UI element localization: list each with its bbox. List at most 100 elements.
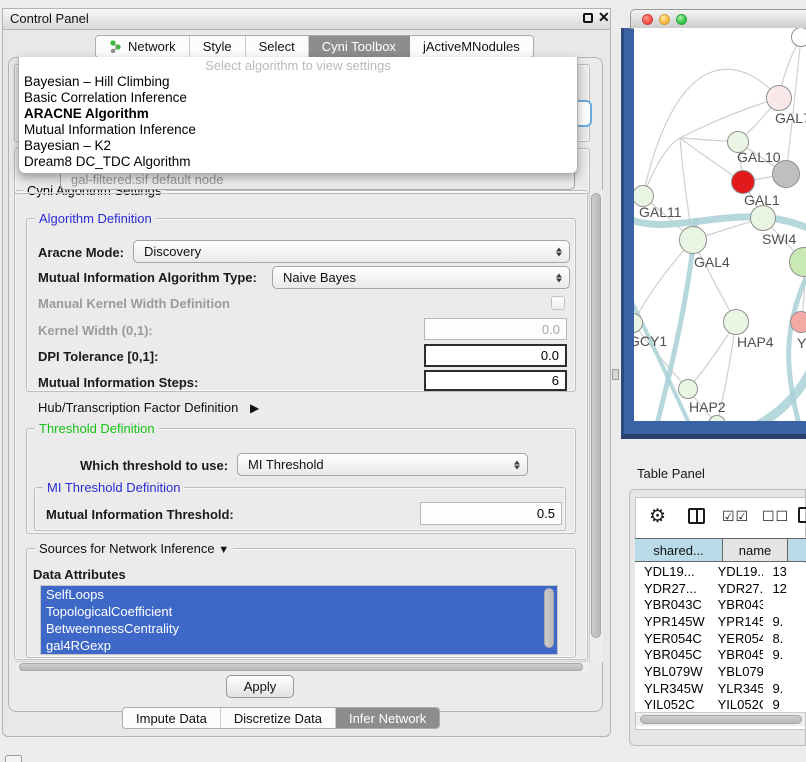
algorithm-option[interactable]: Mutual Information Inference (19, 122, 577, 138)
table-column-header[interactable]: shared... (635, 539, 723, 561)
collapsed-arrow-icon: ▶ (250, 401, 259, 415)
algorithm-option[interactable]: Bayesian – K2 (19, 138, 577, 154)
network-node-gal1[interactable] (750, 205, 776, 231)
table-cell: YLR345W (709, 681, 764, 696)
desktop: Control Panel ✕ Network Style Select Cyn… (0, 0, 806, 762)
mi-steps-label: Mutual Information Steps: (38, 375, 198, 390)
collapsed-panel-button[interactable] (5, 755, 22, 762)
table-row[interactable]: YIL052CYIL052C9 (635, 697, 806, 713)
node-label: GAL1 (744, 192, 780, 208)
table-cell: YBR045C (709, 647, 764, 662)
node-label: Y (797, 335, 806, 351)
aracne-mode-combo[interactable]: Discovery (133, 240, 570, 263)
mi-threshold-input[interactable]: 0.5 (420, 502, 562, 525)
sources-group-title-wrap[interactable]: Sources for Network Inference ▼ (35, 541, 233, 556)
network-canvas[interactable]: GAL7GAL10GAL1GAL11GAL4SWI4GCY1HAP4YHAP2 (634, 28, 806, 421)
tab-network[interactable]: Network (96, 36, 190, 57)
manual-kernel-width-checkbox[interactable] (551, 296, 565, 310)
table-cell: 12 (763, 581, 806, 596)
tab-impute-data-label: Impute Data (136, 711, 207, 726)
network-node-gal4[interactable] (679, 226, 707, 254)
table-row[interactable]: YBR045CYBR045C9. (635, 646, 806, 663)
algorithm-option[interactable]: Dream8 DC_TDC Algorithm (19, 154, 577, 170)
network-node-gal7[interactable] (766, 85, 792, 111)
table-row[interactable]: YBR043CYBR043C (635, 596, 806, 613)
algorithm-dropdown-items: Bayesian – Hill ClimbingBasic Correlatio… (19, 74, 577, 170)
network-node-hap4[interactable] (723, 309, 749, 335)
checked-columns-icon[interactable]: ☑☑ (722, 508, 749, 525)
data-attribute-item[interactable]: SelfLoops (41, 586, 557, 603)
mi-algorithm-type-label: Mutual Information Algorithm Type: (38, 270, 257, 285)
kernel-width-input[interactable]: 0.0 (424, 318, 567, 340)
gear-icon[interactable]: ⚙ (649, 505, 666, 528)
tab-impute-data[interactable]: Impute Data (123, 708, 221, 728)
node-label: GAL7 (775, 110, 806, 126)
apply-button[interactable]: Apply (226, 675, 294, 698)
sources-group-title: Sources for Network Inference (39, 541, 215, 556)
algorithm-option[interactable]: ARACNE Algorithm (19, 106, 577, 122)
aracne-mode-label: Aracne Mode: (38, 245, 124, 260)
kernel-width-value: 0.0 (542, 322, 560, 337)
tab-infer-network-label: Infer Network (349, 711, 426, 726)
float-window-icon[interactable] (583, 13, 593, 23)
dpi-tolerance-input[interactable]: 0.0 (424, 344, 567, 367)
settings-scrollbar-thumb[interactable] (591, 193, 601, 638)
which-threshold-label: Which threshold to use: (80, 458, 228, 473)
unchecked-columns-icon[interactable]: ☐☐ (762, 508, 789, 525)
tab-cyni-toolbox[interactable]: Cyni Toolbox (309, 36, 410, 57)
tab-select[interactable]: Select (246, 36, 309, 57)
tab-style-label: Style (203, 39, 232, 54)
table-row[interactable]: YBL079WYBL079W (635, 663, 806, 680)
mi-steps-input[interactable]: 6 (424, 370, 567, 391)
which-threshold-value: MI Threshold (248, 457, 324, 472)
network-node[interactable] (791, 28, 806, 47)
network-node[interactable] (772, 160, 800, 188)
split-columns-icon[interactable] (688, 508, 705, 524)
mac-zoom-icon[interactable] (676, 14, 687, 25)
algorithm-option[interactable]: Basic Correlation Inference (19, 90, 577, 106)
split-pane-grip[interactable] (612, 369, 619, 380)
table-header-row[interactable]: shared...nameA (635, 538, 806, 562)
settings-hscrollbar-thumb[interactable] (19, 663, 583, 671)
data-attributes-list[interactable]: SelfLoopsTopologicalCoefficientBetweenne… (40, 585, 558, 655)
table-rows[interactable]: YDL19...YDL19...13YDR27...YDR27...12YBR0… (635, 563, 806, 712)
network-node[interactable] (731, 170, 755, 194)
table-column-header[interactable]: name (723, 539, 788, 561)
close-icon[interactable]: ✕ (598, 9, 610, 26)
table-column-header[interactable]: A (788, 539, 806, 561)
table-row[interactable]: YDR27...YDR27...12 (635, 580, 806, 597)
data-attribute-item[interactable]: TopologicalCoefficient (41, 603, 557, 620)
tab-discretize-data[interactable]: Discretize Data (221, 708, 336, 728)
table-row[interactable]: YDL19...YDL19...13 (635, 563, 806, 580)
which-threshold-combo[interactable]: MI Threshold (237, 453, 528, 476)
algorithm-option[interactable]: Bayesian – Hill Climbing (19, 74, 577, 90)
table-cell: 8. (763, 631, 806, 646)
hub-definition-toggle[interactable]: Hub/Transcription Factor Definition ▶ (38, 400, 259, 415)
table-hscrollbar-thumb[interactable] (640, 715, 802, 724)
tab-jactivemnodules[interactable]: jActiveMNodules (410, 36, 533, 57)
table-row[interactable]: YLR345WYLR345W9. (635, 680, 806, 697)
tab-infer-network[interactable]: Infer Network (336, 708, 439, 728)
mi-algorithm-type-combo[interactable]: Naive Bayes (272, 266, 570, 289)
network-node-hap2[interactable] (678, 379, 698, 399)
mac-close-icon[interactable] (642, 14, 653, 25)
data-attributes-items: SelfLoopsTopologicalCoefficientBetweenne… (41, 586, 557, 654)
tab-style[interactable]: Style (190, 36, 246, 57)
network-window-titlebar[interactable] (630, 9, 806, 29)
table-cell: 9. (763, 614, 806, 629)
control-panel-titlebar[interactable] (2, 8, 611, 30)
algorithm-dropdown-list[interactable]: Select algorithm to view settings Bayesi… (18, 57, 578, 174)
clipped-toolbar-icon[interactable] (798, 507, 806, 523)
network-node-y[interactable] (790, 311, 806, 333)
table-row[interactable]: YER054CYER054C8. (635, 630, 806, 647)
mi-threshold-label: Mutual Information Threshold: (46, 507, 234, 522)
manual-kernel-width-label: Manual Kernel Width Definition (38, 296, 230, 311)
table-cell: YIL052C (709, 697, 764, 712)
attributes-scrollbar-thumb[interactable] (544, 588, 554, 648)
table-row[interactable]: YPR145WYPR145W9. (635, 613, 806, 630)
expanded-arrow-icon: ▼ (218, 544, 229, 556)
mac-minimize-icon[interactable] (659, 14, 670, 25)
data-attribute-item[interactable]: gal4RGexp (41, 637, 557, 654)
combo-arrows-icon (514, 460, 520, 469)
data-attribute-item[interactable]: BetweennessCentrality (41, 620, 557, 637)
